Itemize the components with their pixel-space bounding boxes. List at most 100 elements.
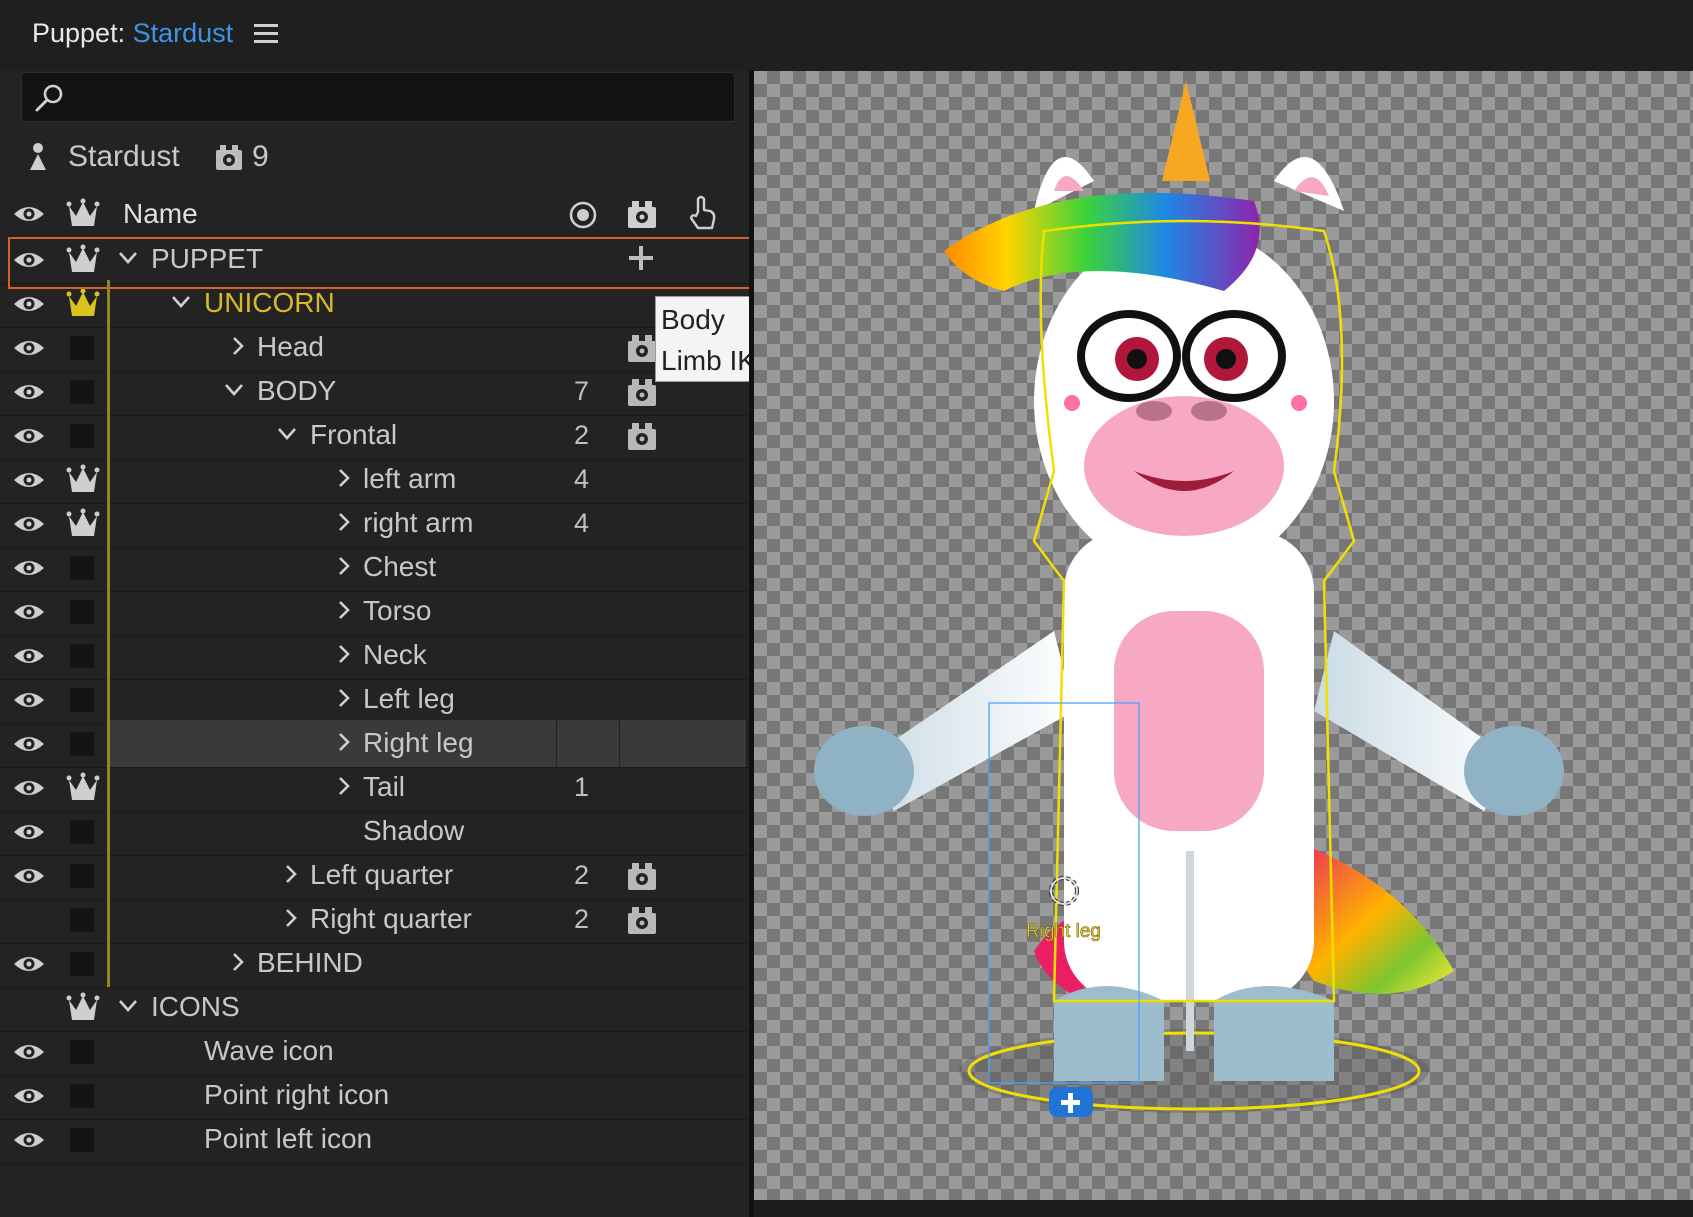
chevron-right-icon[interactable] <box>230 335 246 362</box>
eye-icon[interactable] <box>12 202 46 226</box>
independence-toggle[interactable] <box>59 1116 107 1163</box>
chevron-right-icon[interactable] <box>336 599 352 626</box>
layer-row[interactable]: Shadow <box>0 808 752 856</box>
eye-icon[interactable] <box>0 1072 58 1119</box>
independence-toggle[interactable] <box>59 588 107 635</box>
layer-name-cell[interactable] <box>108 588 556 635</box>
eye-icon[interactable] <box>0 236 58 283</box>
independence-toggle[interactable] <box>59 368 107 415</box>
scene-canvas[interactable]: Right leg <box>754 71 1693 1201</box>
independence-toggle[interactable] <box>59 412 107 459</box>
chevron-right-icon[interactable] <box>336 731 352 758</box>
independence-toggle[interactable] <box>59 324 107 371</box>
crown-icon[interactable] <box>59 280 107 327</box>
eye-icon[interactable] <box>0 764 58 811</box>
layer-row[interactable]: Wave icon <box>0 1028 752 1076</box>
name-column-header[interactable]: Name <box>123 198 198 230</box>
crown-icon[interactable] <box>66 198 100 230</box>
independence-toggle[interactable] <box>59 1028 107 1075</box>
chevron-down-icon[interactable] <box>170 294 192 315</box>
behavior-cell[interactable] <box>620 1116 746 1163</box>
behavior-cell[interactable] <box>620 588 746 635</box>
chevron-right-icon[interactable] <box>336 511 352 538</box>
chevron-right-icon[interactable] <box>230 951 246 978</box>
hamburger-menu-icon[interactable] <box>254 24 278 46</box>
layer-row[interactable]: Point left icon <box>0 1116 752 1164</box>
behavior-cell[interactable] <box>620 544 746 591</box>
independence-toggle[interactable] <box>59 896 107 943</box>
layer-row[interactable]: Torso <box>0 588 752 636</box>
behavior-cell[interactable] <box>620 808 746 855</box>
eye-icon[interactable] <box>0 588 58 635</box>
handle-target-icon[interactable] <box>568 200 598 230</box>
eye-icon[interactable] <box>0 412 58 459</box>
chevron-right-icon[interactable] <box>336 643 352 670</box>
independence-toggle[interactable] <box>59 1072 107 1119</box>
crown-icon[interactable] <box>59 984 107 1031</box>
behavior-cell[interactable] <box>620 632 746 679</box>
rig-column-icon[interactable] <box>626 200 658 230</box>
independence-toggle[interactable] <box>59 632 107 679</box>
behavior-cell[interactable] <box>620 940 746 987</box>
layer-row[interactable]: Right leg <box>0 720 752 768</box>
layer-row[interactable]: Neck <box>0 632 752 680</box>
layer-row[interactable]: PUPPET <box>0 236 752 284</box>
layer-name-cell[interactable] <box>108 324 556 371</box>
layer-name-cell[interactable] <box>108 544 556 591</box>
layer-row[interactable]: Frontal 2 <box>0 412 752 460</box>
chevron-right-icon[interactable] <box>336 775 352 802</box>
behavior-cell[interactable] <box>620 720 746 767</box>
eye-icon[interactable] <box>0 544 58 591</box>
independence-toggle[interactable] <box>59 676 107 723</box>
layer-row[interactable]: Left quarter 2 <box>0 852 752 900</box>
chevron-down-icon[interactable] <box>117 250 139 271</box>
layer-name-cell[interactable] <box>108 808 556 855</box>
layer-row[interactable]: BODY 7 <box>0 368 752 416</box>
chevron-right-icon[interactable] <box>336 687 352 714</box>
behavior-cell[interactable] <box>620 676 746 723</box>
layer-row[interactable]: UNICORN <box>0 280 752 328</box>
eye-icon[interactable] <box>0 808 58 855</box>
hand-icon[interactable] <box>686 194 718 232</box>
behavior-cell[interactable] <box>620 984 746 1031</box>
layer-row[interactable]: left arm 4 <box>0 456 752 504</box>
behavior-cell[interactable] <box>620 1028 746 1075</box>
layer-row[interactable]: Point right icon <box>0 1072 752 1120</box>
layer-row[interactable]: Chest <box>0 544 752 592</box>
eye-icon[interactable] <box>0 940 58 987</box>
eye-icon[interactable] <box>0 324 58 371</box>
independence-toggle[interactable] <box>59 852 107 899</box>
layer-name-cell[interactable] <box>108 676 556 723</box>
eye-icon[interactable] <box>0 1028 58 1075</box>
independence-toggle[interactable] <box>59 940 107 987</box>
chevron-right-icon[interactable] <box>283 863 299 890</box>
layer-name-cell[interactable] <box>108 764 556 811</box>
crown-icon[interactable] <box>59 764 107 811</box>
eye-icon[interactable] <box>0 500 58 547</box>
puppet-name-link[interactable]: Stardust <box>133 18 234 48</box>
layer-name-cell[interactable] <box>108 500 556 547</box>
behavior-cell[interactable] <box>620 456 746 503</box>
layer-row[interactable]: right arm 4 <box>0 500 752 548</box>
crown-icon[interactable] <box>59 500 107 547</box>
layer-name-cell[interactable] <box>108 456 556 503</box>
layer-row[interactable]: Head <box>0 324 752 372</box>
crown-icon[interactable] <box>59 236 107 283</box>
layer-row[interactable]: Right quarter 2 <box>0 896 752 944</box>
visibility-toggle-off[interactable] <box>0 896 58 943</box>
chevron-down-icon[interactable] <box>223 382 245 403</box>
eye-icon[interactable] <box>0 368 58 415</box>
chevron-right-icon[interactable] <box>336 555 352 582</box>
eye-icon[interactable] <box>0 456 58 503</box>
layer-row[interactable]: ICONS <box>0 984 752 1032</box>
chevron-right-icon[interactable] <box>336 467 352 494</box>
layer-name-cell[interactable] <box>108 720 556 767</box>
layer-row[interactable]: BEHIND <box>0 940 752 988</box>
layer-name-cell[interactable] <box>108 632 556 679</box>
visibility-toggle-off[interactable] <box>0 984 58 1031</box>
eye-icon[interactable] <box>0 1116 58 1163</box>
layer-row[interactable]: Tail 1 <box>0 764 752 812</box>
chevron-down-icon[interactable] <box>117 998 139 1019</box>
behavior-cell[interactable] <box>620 1072 746 1119</box>
eye-icon[interactable] <box>0 852 58 899</box>
